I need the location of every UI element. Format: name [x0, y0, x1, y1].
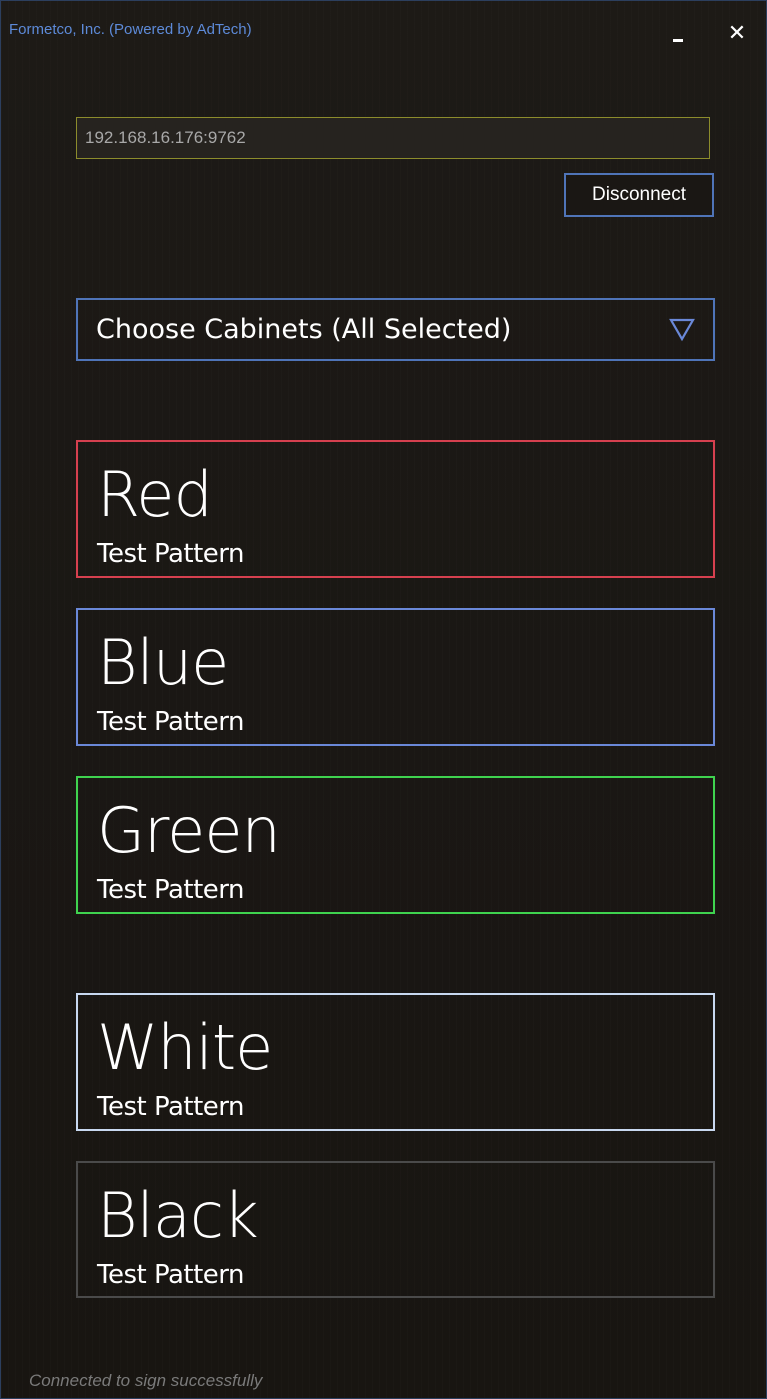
pattern-subtitle: Test Pattern: [97, 1260, 245, 1290]
app-window: Formetco, Inc. (Powered by AdTech) ✕ Dis…: [0, 0, 767, 1399]
choose-cabinets-dropdown[interactable]: Choose Cabinets (All Selected): [76, 298, 715, 361]
choose-cabinets-label: Choose Cabinets (All Selected): [96, 314, 512, 345]
green-test-pattern-button[interactable]: Green Test Pattern: [76, 776, 715, 914]
pattern-subtitle: Test Pattern: [97, 707, 245, 737]
pattern-name: Blue: [97, 626, 229, 699]
pattern-subtitle: Test Pattern: [97, 875, 245, 905]
status-message: Connected to sign successfully: [29, 1371, 263, 1390]
window-title: Formetco, Inc. (Powered by AdTech): [9, 21, 252, 38]
address-input[interactable]: [76, 117, 710, 159]
close-button[interactable]: ✕: [720, 17, 754, 51]
pattern-subtitle: Test Pattern: [97, 539, 245, 569]
pattern-subtitle: Test Pattern: [97, 1092, 245, 1122]
pattern-name: Black: [97, 1179, 259, 1252]
minimize-button[interactable]: [661, 17, 695, 51]
pattern-name: Green: [97, 794, 281, 867]
triangle-down-icon: [669, 318, 695, 342]
red-test-pattern-button[interactable]: Red Test Pattern: [76, 440, 715, 578]
black-test-pattern-button[interactable]: Black Test Pattern: [76, 1161, 715, 1298]
pattern-name: Red: [97, 458, 213, 531]
blue-test-pattern-button[interactable]: Blue Test Pattern: [76, 608, 715, 746]
disconnect-button[interactable]: Disconnect: [564, 173, 714, 217]
close-icon: ✕: [727, 21, 747, 46]
white-test-pattern-button[interactable]: White Test Pattern: [76, 993, 715, 1131]
title-bar[interactable]: Formetco, Inc. (Powered by AdTech) ✕: [1, 1, 766, 61]
minimize-icon: [673, 38, 683, 42]
pattern-name: White: [97, 1011, 273, 1084]
